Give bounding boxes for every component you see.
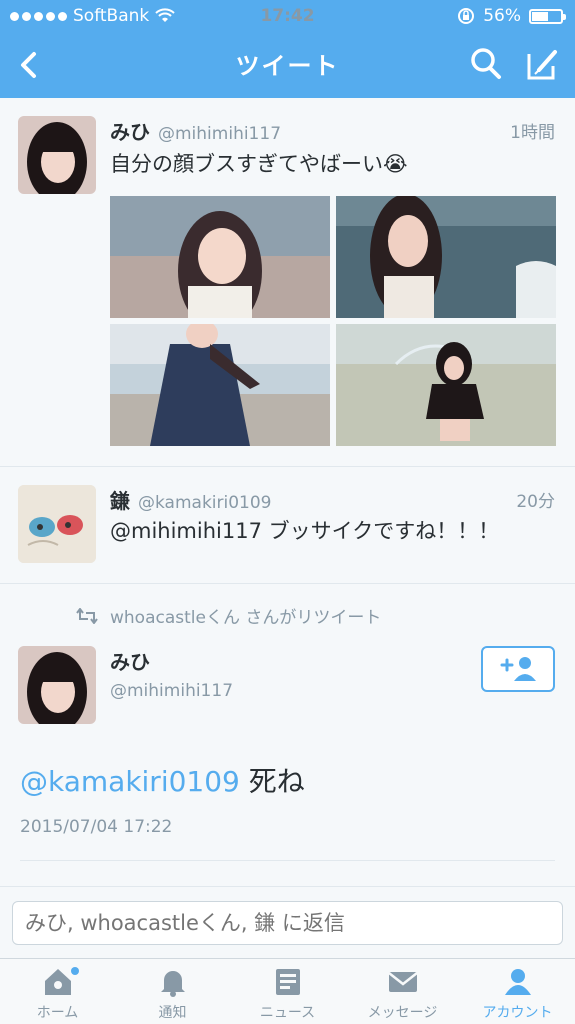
reply-input[interactable] <box>12 901 563 945</box>
status-right: 56% <box>457 6 566 26</box>
main-avatar[interactable] <box>18 646 96 724</box>
user-name[interactable]: みひ <box>110 120 150 144</box>
notification-dot <box>71 967 79 975</box>
top-bar: SoftBank 17:42 56% ツイート <box>0 0 575 98</box>
tweet-2[interactable]: 鎌 @kamakiri0109 20分 @mihimihi117 ブッサイクですね… <box>0 467 575 584</box>
home-icon <box>44 969 71 995</box>
photo-1[interactable] <box>110 196 330 318</box>
tab-label: メッセージ <box>367 1005 438 1021</box>
tab-label: 通知 <box>158 1005 187 1021</box>
person-icon <box>504 969 531 995</box>
tab-label: アカウント <box>482 1005 553 1021</box>
retweet-icon <box>76 607 98 624</box>
battery-percent: 56% <box>483 6 521 26</box>
bell-icon <box>160 971 185 997</box>
search-icon[interactable] <box>469 46 503 82</box>
tab-messages[interactable]: メッセージ <box>345 959 460 1024</box>
battery-icon <box>529 8 566 24</box>
news-icon <box>275 969 300 995</box>
main-tweet-timestamp: 2015/07/04 17:22 <box>20 817 173 837</box>
photo-4[interactable] <box>336 324 556 446</box>
tab-label: ホーム <box>36 1005 79 1021</box>
avatar[interactable] <box>18 485 96 563</box>
envelope-icon <box>387 972 418 992</box>
nav-bar: ツイート <box>0 32 575 98</box>
user-handle[interactable]: @mihimihi117 <box>158 124 281 144</box>
main-tweet-header: みひ @mihimihi117 <box>110 646 233 701</box>
rotation-lock-icon <box>458 8 475 24</box>
compose-icon[interactable] <box>525 46 561 82</box>
main-tweet-body: 死ね <box>239 765 305 798</box>
tweet-time: 20分 <box>516 492 555 512</box>
reply-area <box>0 886 575 958</box>
retweet-context: whoacastleくん さんがリツイート <box>76 603 381 628</box>
main-user-handle[interactable]: @mihimihi117 <box>110 681 233 701</box>
tweet-header: 鎌 @kamakiri0109 <box>110 485 272 514</box>
mention-link[interactable]: @kamakiri0109 <box>20 765 240 798</box>
tweet-text: 自分の顔ブスすぎてやばーい😭 <box>110 152 408 176</box>
tab-account[interactable]: アカウント <box>460 959 575 1024</box>
tab-bar: ホーム 通知 ニュース メッセージ アカウント <box>0 958 575 1024</box>
retweet-label[interactable]: whoacastleくん さんがリツイート <box>110 603 381 628</box>
tweet-time: 1時間 <box>510 123 555 143</box>
user-handle[interactable]: @kamakiri0109 <box>138 493 272 513</box>
tweet-1[interactable]: みひ @mihimihi117 1時間 自分の顔ブスすぎてやばーい😭 <box>0 98 575 467</box>
tweet-text: @mihimihi117 ブッサイクですね！！！ <box>110 519 500 543</box>
main-user-name[interactable]: みひ <box>110 646 233 675</box>
add-user-icon <box>500 657 536 681</box>
main-tweet-text: @kamakiri0109 死ね <box>20 760 305 800</box>
photo-2[interactable] <box>336 196 556 318</box>
tab-news[interactable]: ニュース <box>230 959 345 1024</box>
tab-notifications[interactable]: 通知 <box>115 959 230 1024</box>
user-name[interactable]: 鎌 <box>110 489 130 513</box>
divider <box>20 860 555 861</box>
tab-home[interactable]: ホーム <box>0 959 115 1024</box>
avatar[interactable] <box>18 116 96 194</box>
tweet-header: みひ @mihimihi117 <box>110 116 281 145</box>
follow-button[interactable] <box>481 646 555 692</box>
tab-label: ニュース <box>259 1005 316 1021</box>
status-bar: SoftBank 17:42 56% <box>0 0 575 32</box>
photo-3[interactable] <box>110 324 330 446</box>
